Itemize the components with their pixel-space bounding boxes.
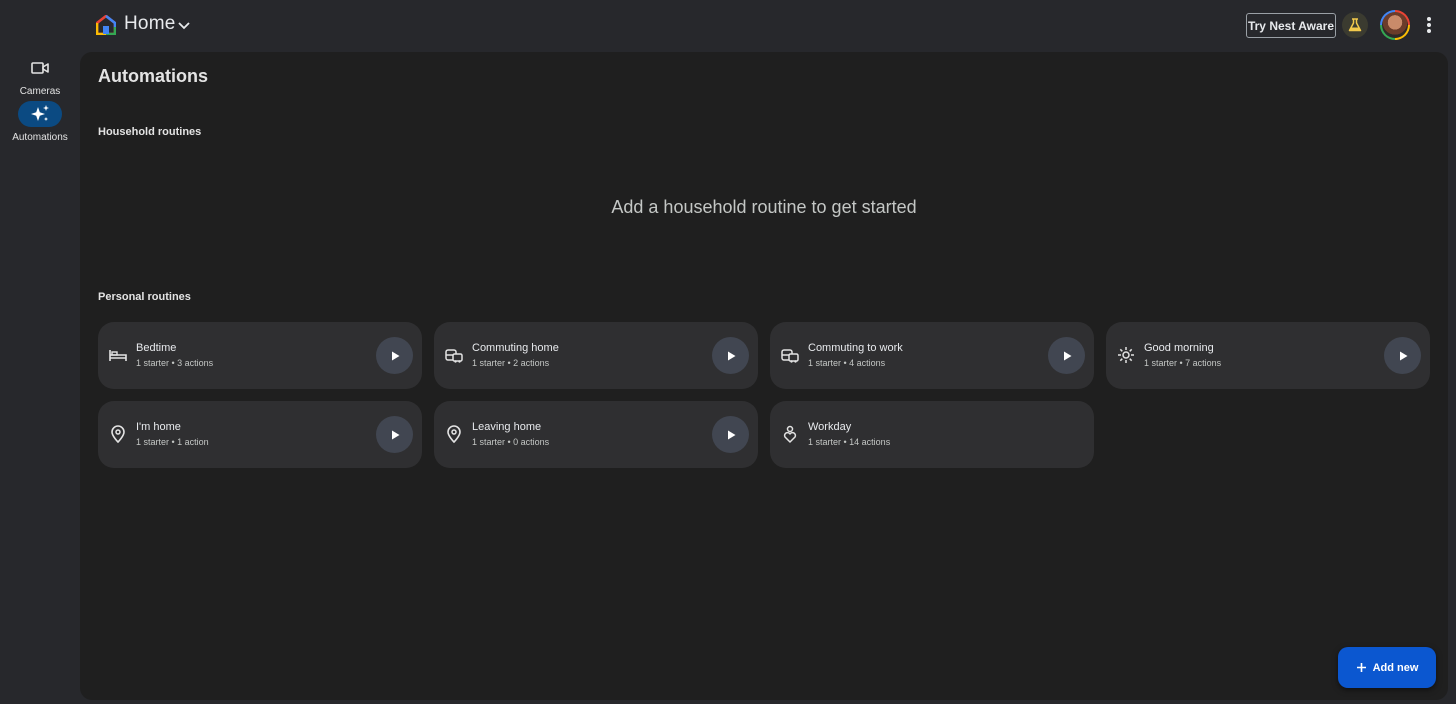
sidebar-item-cameras[interactable]: Cameras bbox=[0, 55, 80, 97]
play-icon bbox=[1399, 351, 1407, 360]
routine-card-commuting-to-work[interactable]: Commuting to work 1 starter • 4 actions bbox=[770, 322, 1094, 389]
routine-meta: 1 starter • 1 action bbox=[136, 437, 209, 447]
play-routine-button[interactable] bbox=[712, 416, 749, 453]
routine-meta: 1 starter • 0 actions bbox=[472, 437, 550, 447]
main-content: Automations Household routines Add a hou… bbox=[80, 52, 1448, 700]
routine-name: Commuting home bbox=[472, 342, 559, 354]
routine-meta: 1 starter • 2 actions bbox=[472, 358, 550, 368]
play-icon bbox=[727, 430, 735, 439]
routine-meta: 1 starter • 3 actions bbox=[136, 358, 214, 368]
routine-card-im-home[interactable]: I'm home 1 starter • 1 action bbox=[98, 401, 422, 468]
play-routine-button[interactable] bbox=[376, 416, 413, 453]
add-new-label: Add new bbox=[1372, 661, 1419, 674]
page-title: Automations bbox=[98, 66, 208, 86]
bed-icon bbox=[109, 350, 127, 361]
routine-card-leaving-home[interactable]: Leaving home 1 starter • 0 actions bbox=[434, 401, 758, 468]
sidebar-item-label: Cameras bbox=[19, 86, 61, 97]
routine-card-commuting-home[interactable]: Commuting home 1 starter • 2 actions bbox=[434, 322, 758, 389]
routine-name: Leaving home bbox=[472, 421, 542, 433]
routine-name: Bedtime bbox=[136, 342, 177, 354]
home-selector-label[interactable]: Home bbox=[124, 13, 175, 35]
routine-card-good-morning[interactable]: Good morning 1 starter • 7 actions bbox=[1106, 322, 1430, 389]
location-pin-icon bbox=[111, 425, 125, 444]
routine-name: Workday bbox=[808, 421, 852, 433]
play-icon bbox=[391, 351, 399, 360]
chevron-down-icon[interactable] bbox=[176, 17, 192, 33]
play-routine-button[interactable] bbox=[1048, 337, 1085, 374]
play-icon bbox=[727, 351, 735, 360]
routine-card-bedtime[interactable]: Bedtime 1 starter • 3 actions bbox=[98, 322, 422, 389]
play-icon bbox=[1063, 351, 1071, 360]
side-navigation: Cameras Automations bbox=[0, 52, 80, 704]
labs-button[interactable] bbox=[1342, 12, 1368, 38]
labs-flask-icon bbox=[1348, 18, 1362, 32]
home-logo-icon bbox=[96, 15, 116, 35]
plus-icon bbox=[1356, 663, 1366, 672]
sparkle-icon bbox=[31, 105, 49, 121]
play-routine-button[interactable] bbox=[376, 337, 413, 374]
avatar-image bbox=[1382, 12, 1408, 38]
play-routine-button[interactable] bbox=[712, 337, 749, 374]
household-routines-heading: Household routines bbox=[98, 126, 202, 138]
play-routine-button[interactable] bbox=[1384, 337, 1421, 374]
videocam-icon bbox=[31, 62, 49, 74]
sunrise-icon bbox=[1118, 347, 1134, 363]
location-pin-icon bbox=[447, 425, 461, 444]
routine-meta: 1 starter • 14 actions bbox=[808, 437, 891, 447]
add-new-button[interactable]: Add new bbox=[1338, 647, 1436, 688]
top-bar: Home Try Nest Aware bbox=[0, 0, 1456, 52]
routine-name: I'm home bbox=[136, 421, 181, 433]
avatar[interactable] bbox=[1380, 10, 1410, 40]
more-vert-icon[interactable] bbox=[1420, 15, 1438, 35]
commute-icon bbox=[445, 349, 463, 363]
try-nest-aware-button[interactable]: Try Nest Aware bbox=[1246, 13, 1336, 38]
household-empty-message: Add a household routine to get started bbox=[611, 197, 917, 217]
routine-card-workday[interactable]: Workday 1 starter • 14 actions bbox=[770, 401, 1094, 468]
routine-name: Commuting to work bbox=[808, 342, 903, 354]
sidebar-item-label: Automations bbox=[12, 132, 68, 143]
routine-name: Good morning bbox=[1144, 342, 1214, 354]
sidebar-item-automations[interactable]: Automations bbox=[0, 101, 80, 143]
personal-routines-heading: Personal routines bbox=[98, 291, 191, 303]
routine-meta: 1 starter • 7 actions bbox=[1144, 358, 1222, 368]
play-icon bbox=[391, 430, 399, 439]
workday-icon bbox=[783, 425, 797, 443]
routine-meta: 1 starter • 4 actions bbox=[808, 358, 886, 368]
commute-icon bbox=[781, 349, 799, 363]
